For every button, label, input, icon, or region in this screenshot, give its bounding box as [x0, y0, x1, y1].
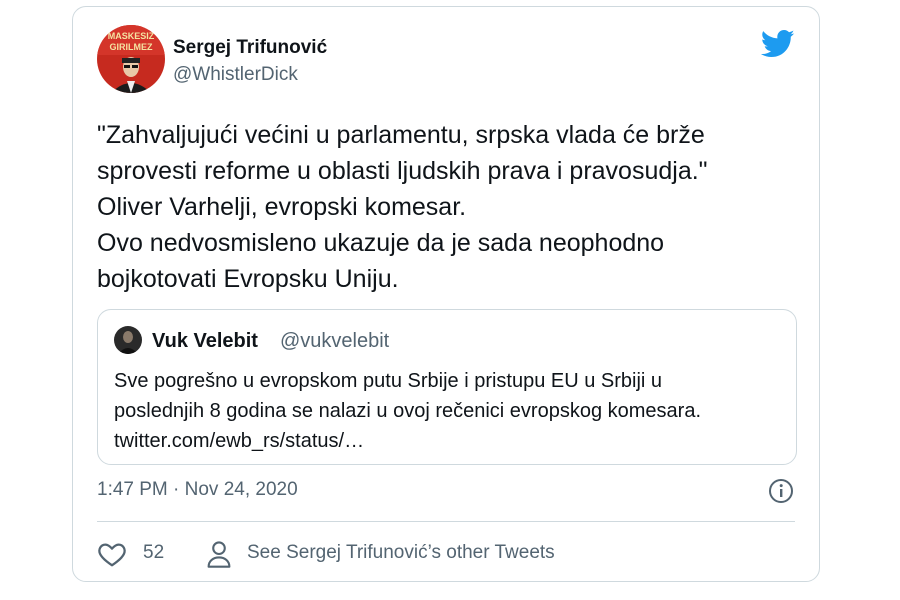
- tweet-text-line: "Zahvaljujući većini u parlamentu, srpsk…: [97, 121, 705, 149]
- divider: [97, 521, 795, 522]
- author-handle[interactable]: @WhistlerDick: [173, 64, 298, 86]
- quoted-author-handle: @vukvelebit: [280, 330, 390, 352]
- author-name[interactable]: Sergej Trifunović: [173, 37, 327, 59]
- author-avatar[interactable]: MASKESIZ GIRILMEZ: [97, 25, 165, 93]
- heart-icon[interactable]: [97, 539, 127, 569]
- tweet-text-line: Oliver Varhelji, evropski komesar.: [97, 193, 467, 221]
- info-icon[interactable]: [767, 477, 795, 505]
- quoted-author-name: Vuk Velebit: [152, 330, 258, 352]
- quoted-text-line: poslednjih 8 godina se nalazi u ovoj reč…: [114, 400, 702, 422]
- see-other-tweets-link[interactable]: See Sergej Trifunović’s other Tweets: [247, 542, 555, 564]
- avatar-logo-text-1: MASKESIZ: [108, 31, 155, 41]
- avatar-logo-text-2: GIRILMEZ: [110, 42, 153, 52]
- twitter-bird-icon[interactable]: [761, 29, 795, 59]
- tweet-timestamp[interactable]: 1:47 PM · Nov 24, 2020: [97, 479, 298, 501]
- like-count[interactable]: 52: [143, 542, 164, 564]
- tweet-text-line: sprovesti reforme u oblasti ljudskih pra…: [97, 157, 708, 185]
- embedded-tweet-card: MASKESIZ GIRILMEZ Sergej Trifunović @Whi…: [72, 6, 820, 582]
- tweet-text-line: Ovo nedvosmisleno ukazuje da je sada neo…: [97, 229, 665, 257]
- quoted-tweet-text: Sve pogrešno u evropskom putu Srbije i p…: [114, 366, 784, 456]
- person-icon[interactable]: [205, 539, 233, 569]
- tweet-text-line: bojkotovati Evropsku Uniju.: [97, 265, 399, 293]
- author-avatar-image: MASKESIZ GIRILMEZ: [97, 25, 165, 93]
- tweet-text: "Zahvaljujući većini u parlamentu, srpsk…: [97, 117, 797, 297]
- quoted-tweet[interactable]: Vuk Velebit @vukvelebit Sve pogrešno u e…: [97, 309, 797, 465]
- quoted-text-line: Sve pogrešno u evropskom putu Srbije i p…: [114, 370, 663, 392]
- quoted-link[interactable]: twitter.com/ewb_rs/status/…: [114, 426, 784, 456]
- quoted-avatar-image: [114, 326, 142, 354]
- quoted-author-avatar: [114, 326, 142, 354]
